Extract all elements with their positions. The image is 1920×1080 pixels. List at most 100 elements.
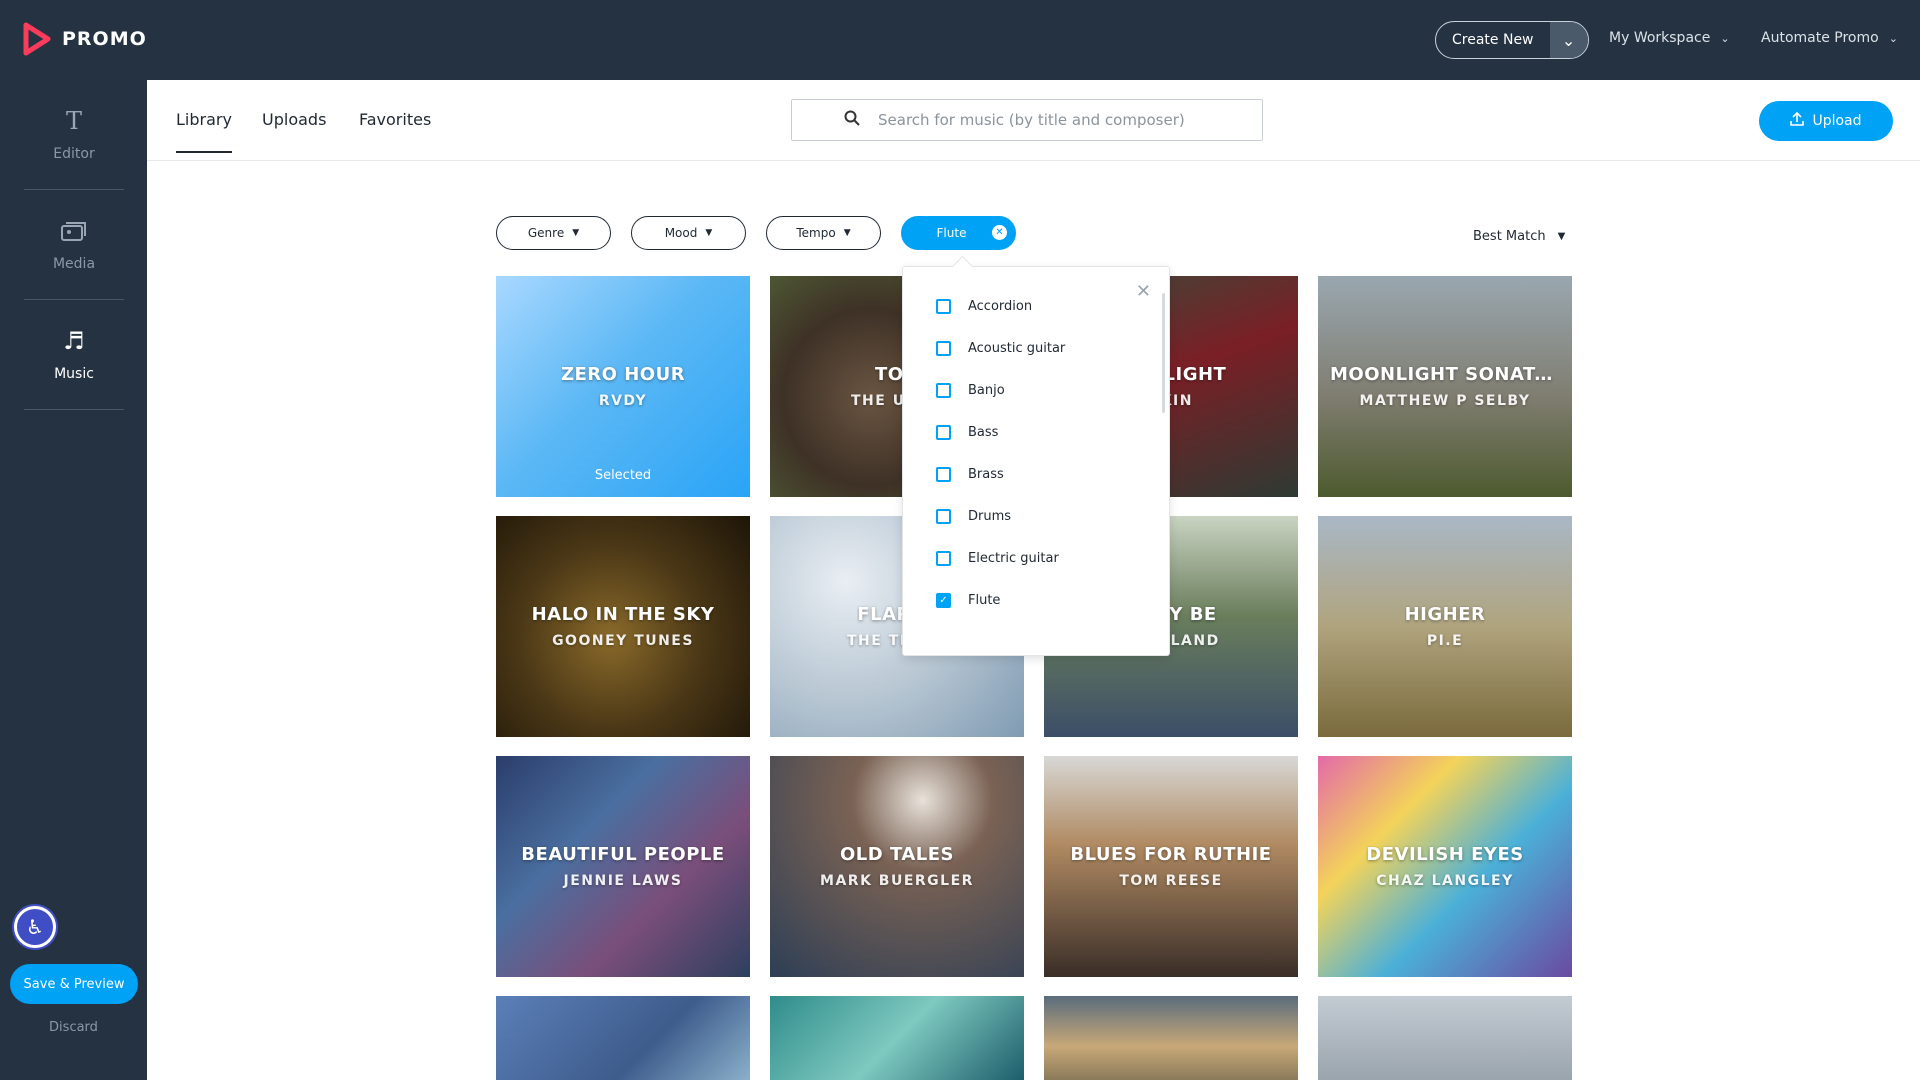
- track-artist: RVDY: [598, 393, 648, 409]
- selected-label: Selected: [594, 468, 652, 483]
- track-tile[interactable]: OLD TALES MARK BUERGLER: [770, 756, 1024, 977]
- create-new-dropdown-button[interactable]: ⌄: [1549, 22, 1588, 58]
- dropdown-option-accordion[interactable]: Accordion: [936, 299, 1032, 314]
- media-stack-icon: [60, 218, 88, 244]
- workspace-menu[interactable]: My Workspace ⌄: [1609, 30, 1730, 46]
- track-tile[interactable]: [496, 996, 750, 1080]
- upload-icon: [1790, 111, 1805, 130]
- automate-promo-menu[interactable]: Automate Promo ⌄: [1761, 30, 1898, 46]
- track-tile[interactable]: [770, 996, 1024, 1080]
- chevron-down-icon: ⌄: [1888, 31, 1898, 45]
- track-title: HALO IN THE SKY: [531, 604, 715, 625]
- instrument-dropdown: ✕ Accordion Acoustic guitar Banjo Bass B…: [902, 266, 1170, 656]
- sidebar: T Editor Media ♬ Music ♿ Save & Preview …: [0, 80, 147, 1080]
- tab-library[interactable]: Library: [176, 110, 232, 153]
- track-tile[interactable]: ZERO HOUR RVDY Selected: [496, 276, 750, 497]
- chevron-down-icon: ⌄: [1720, 31, 1730, 45]
- search-icon: [844, 110, 860, 130]
- automate-promo-label: Automate Promo: [1761, 30, 1879, 46]
- filter-label: Genre: [527, 226, 565, 240]
- caret-down-icon: ▼: [572, 228, 580, 238]
- dropdown-option-banjo[interactable]: Banjo: [936, 383, 1005, 398]
- filter-label: Flute: [936, 226, 967, 240]
- track-tile[interactable]: BLUES FOR RUTHIE TOM REESE: [1044, 756, 1298, 977]
- search-box: [791, 99, 1263, 141]
- sidebar-item-label: Editor: [53, 145, 95, 162]
- option-label: Accordion: [968, 299, 1033, 314]
- music-note-icon: ♬: [63, 326, 85, 355]
- text-t-icon: T: [65, 106, 82, 135]
- sort-label: Best Match: [1473, 229, 1546, 244]
- track-artist: PI.E: [1426, 633, 1464, 649]
- accessibility-icon: ♿: [26, 915, 44, 939]
- clear-filter-icon[interactable]: ✕: [992, 225, 1007, 240]
- option-label: Banjo: [968, 383, 1005, 398]
- option-label: Acoustic guitar: [968, 341, 1066, 356]
- sidebar-item-music[interactable]: ♬ Music: [24, 300, 124, 410]
- filter-genre[interactable]: Genre ▼: [496, 216, 611, 250]
- track-title: BEAUTIFUL PEOPLE: [521, 844, 725, 865]
- track-tile[interactable]: [1318, 996, 1572, 1080]
- save-preview-button[interactable]: Save & Preview: [10, 964, 138, 1004]
- track-artist: TOM REESE: [1119, 873, 1223, 889]
- sidebar-item-label: Media: [52, 255, 96, 272]
- promo-logo-icon: [23, 22, 51, 56]
- promo-logo[interactable]: PROMO: [22, 22, 147, 56]
- track-tile[interactable]: BEAUTIFUL PEOPLE JENNIE LAWS: [496, 756, 750, 977]
- dropdown-option-electric-guitar[interactable]: Electric guitar: [936, 551, 1059, 566]
- track-artist: MARK BUERGLER: [820, 873, 974, 889]
- track-tile[interactable]: DEVILISH EYES CHAZ LANGLEY: [1318, 756, 1572, 977]
- checkbox[interactable]: [936, 383, 951, 398]
- track-artist: CHAZ LANGLEY: [1376, 873, 1514, 889]
- dropdown-option-acoustic-guitar[interactable]: Acoustic guitar: [936, 341, 1065, 356]
- upload-button[interactable]: Upload: [1759, 101, 1893, 141]
- upload-label: Upload: [1812, 113, 1862, 129]
- option-label: Bass: [968, 425, 999, 440]
- dropdown-option-flute[interactable]: ✓ Flute: [936, 593, 1000, 608]
- dropdown-option-bass[interactable]: Bass: [936, 425, 998, 440]
- track-tile[interactable]: HIGHER PI.E: [1318, 516, 1572, 737]
- track-title: MOONLIGHT SONATA ...: [1330, 364, 1560, 385]
- sort-dropdown[interactable]: Best Match ▼: [1473, 229, 1565, 244]
- create-new-group: Create New ⌄: [1435, 21, 1589, 59]
- search-input[interactable]: [878, 111, 1238, 129]
- track-artist: GOONEY TUNES: [552, 633, 694, 649]
- checkbox[interactable]: ✓: [936, 593, 951, 608]
- dropdown-option-brass[interactable]: Brass: [936, 467, 1004, 482]
- caret-down-icon: ▼: [843, 228, 851, 238]
- filter-tempo[interactable]: Tempo ▼: [766, 216, 881, 250]
- checkbox[interactable]: [936, 425, 951, 440]
- caret-down-icon: ▼: [705, 228, 713, 238]
- track-tile[interactable]: MOONLIGHT SONATA ... MATTHEW P SELBY: [1318, 276, 1572, 497]
- close-icon[interactable]: ✕: [1136, 281, 1151, 302]
- option-label: Flute: [968, 593, 1001, 608]
- track-tile[interactable]: HALO IN THE SKY GOONEY TUNES: [496, 516, 750, 737]
- track-title: HIGHER: [1404, 604, 1486, 625]
- filter-flute[interactable]: Flute ✕: [901, 216, 1016, 250]
- logo-text: PROMO: [62, 28, 147, 50]
- chevron-down-icon: ⌄: [1561, 30, 1576, 50]
- dropdown-option-drums[interactable]: Drums: [936, 509, 1011, 524]
- track-title: BLUES FOR RUTHIE: [1070, 844, 1272, 865]
- checkbox[interactable]: [936, 551, 951, 566]
- tab-uploads[interactable]: Uploads: [262, 110, 326, 129]
- option-label: Drums: [968, 509, 1012, 524]
- filter-mood[interactable]: Mood ▼: [631, 216, 746, 250]
- track-title: OLD TALES: [839, 844, 955, 865]
- checkbox[interactable]: [936, 341, 951, 356]
- accessibility-button[interactable]: ♿: [14, 906, 56, 948]
- filter-label: Mood: [664, 226, 698, 240]
- checkbox[interactable]: [936, 299, 951, 314]
- dropdown-scrollbar[interactable]: [1162, 293, 1165, 413]
- create-new-button[interactable]: Create New: [1436, 22, 1550, 58]
- checkbox[interactable]: [936, 467, 951, 482]
- sidebar-item-editor[interactable]: T Editor: [24, 80, 124, 190]
- tab-favorites[interactable]: Favorites: [359, 110, 431, 129]
- sidebar-item-media[interactable]: Media: [24, 190, 124, 300]
- discard-link[interactable]: Discard: [0, 1020, 147, 1035]
- track-tile[interactable]: [1044, 996, 1298, 1080]
- track-artist: JENNIE LAWS: [563, 873, 683, 889]
- checkbox[interactable]: [936, 509, 951, 524]
- filter-label: Tempo: [796, 226, 836, 240]
- track-title: DEVILISH EYES: [1366, 844, 1524, 865]
